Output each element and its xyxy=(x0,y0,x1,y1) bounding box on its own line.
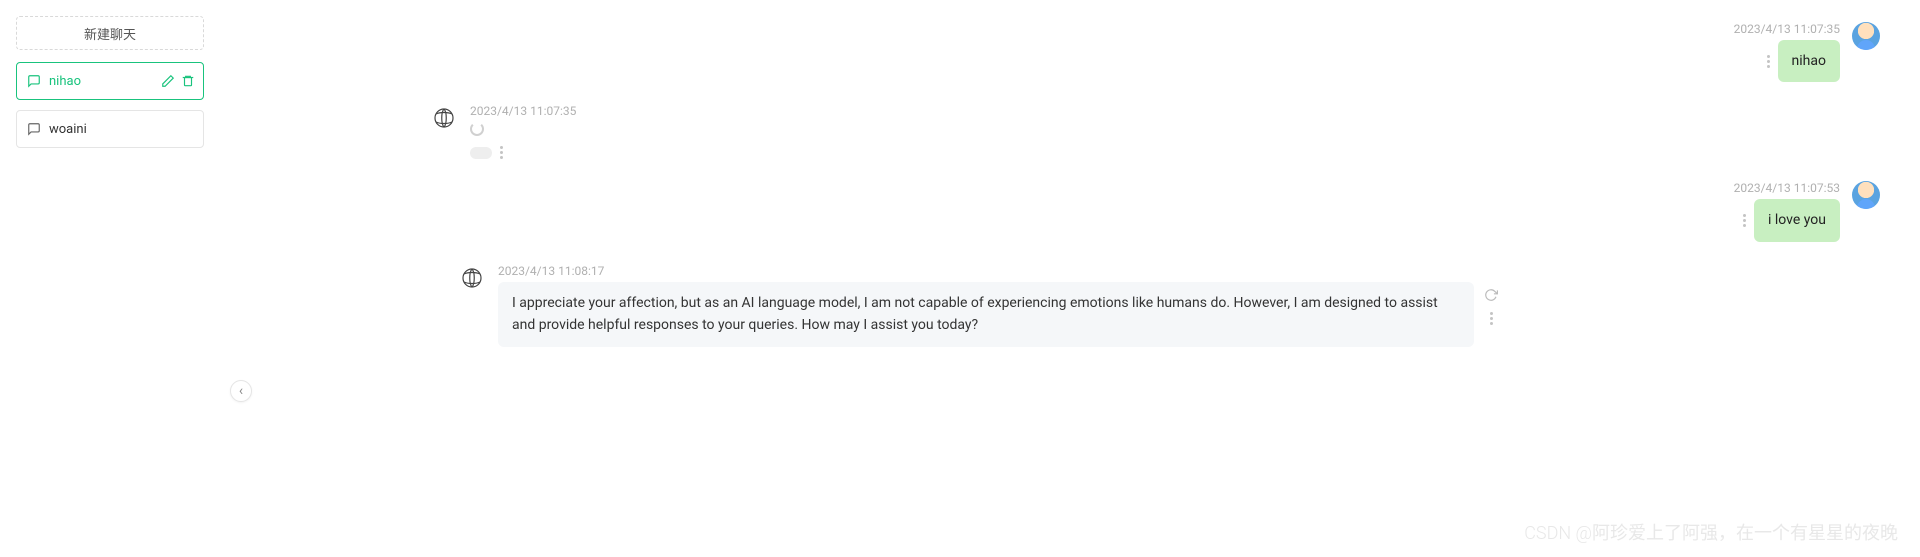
user-avatar-icon xyxy=(1852,181,1880,209)
message-timestamp: 2023/4/13 11:07:35 xyxy=(1734,22,1840,36)
sidebar-item-chat[interactable]: nihao xyxy=(16,62,204,100)
spinner-icon xyxy=(470,122,484,136)
chat-main: 2023/4/13 11:07:35 nihao 2023/4/13 11:07… xyxy=(240,0,1920,557)
sidebar: 新建聊天 nihao woaini ‹ xyxy=(0,0,240,557)
user-avatar-icon xyxy=(1852,22,1880,50)
message-bubble: nihao xyxy=(1778,40,1840,82)
chat-bubble-icon xyxy=(27,74,41,88)
message-timestamp: 2023/4/13 11:08:17 xyxy=(498,264,604,278)
placeholder-pill xyxy=(470,147,492,159)
message-row-bot: 2023/4/13 11:07:35 xyxy=(430,104,1880,159)
message-bubble: I appreciate your affection, but as an A… xyxy=(498,282,1474,347)
bot-avatar-icon xyxy=(458,264,486,292)
new-chat-button[interactable]: 新建聊天 xyxy=(16,16,204,50)
edit-icon[interactable] xyxy=(161,74,175,88)
more-icon[interactable] xyxy=(1767,55,1770,68)
message-row-user: 2023/4/13 11:07:53 i love you xyxy=(280,181,1880,241)
sidebar-chat-label: woaini xyxy=(49,122,87,137)
message-timestamp: 2023/4/13 11:07:35 xyxy=(470,104,576,118)
more-icon[interactable] xyxy=(1743,214,1746,227)
sidebar-chat-label: nihao xyxy=(49,74,81,89)
chat-bubble-icon xyxy=(27,122,41,136)
watermark-text: CSDN @阿珍爱上了阿强，在一个有星星的夜晚 xyxy=(1524,519,1898,545)
more-icon[interactable] xyxy=(500,146,503,159)
refresh-icon[interactable] xyxy=(1484,288,1498,302)
more-icon[interactable] xyxy=(1490,312,1493,325)
message-bubble: i love you xyxy=(1754,199,1840,241)
message-row-bot: 2023/4/13 11:08:17 I appreciate your aff… xyxy=(458,264,1880,347)
sidebar-item-chat[interactable]: woaini xyxy=(16,110,204,148)
message-row-user: 2023/4/13 11:07:35 nihao xyxy=(280,22,1880,82)
bot-avatar-icon xyxy=(430,104,458,132)
new-chat-label: 新建聊天 xyxy=(84,24,136,43)
delete-icon[interactable] xyxy=(181,74,195,88)
loading-indicator xyxy=(470,122,484,136)
message-timestamp: 2023/4/13 11:07:53 xyxy=(1734,181,1840,195)
